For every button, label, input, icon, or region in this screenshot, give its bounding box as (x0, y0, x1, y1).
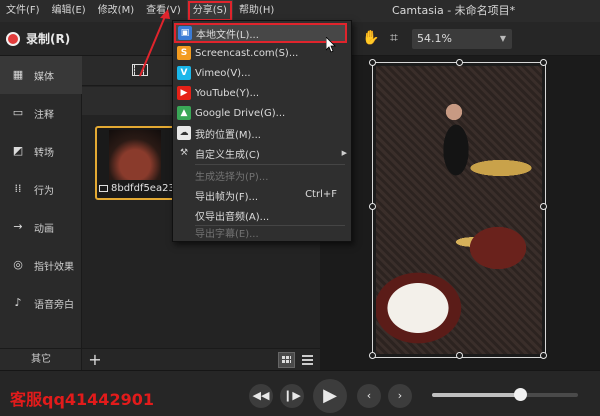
clip-label: 8bdfdf5ea23e0 (99, 183, 175, 194)
sidebar-item-behaviors[interactable]: ⁞⁞ 行为 (0, 170, 82, 208)
sidebar-item-label: 动画 (34, 223, 54, 235)
sidebar-item-label: 指针效果 (34, 261, 74, 273)
mouse-cursor-icon (326, 37, 336, 53)
menu-item-label: 仅导出音频(A)... (195, 211, 270, 223)
share-export-captions: 导出字幕(E)... (173, 222, 351, 242)
sidebar-item-animations[interactable]: → 动画 (0, 208, 82, 246)
cursor-effect-icon: ◎ (13, 258, 23, 271)
menu-item-label: Google Drive(G)... (195, 107, 286, 119)
sidebar-item-label: 媒体 (34, 71, 54, 83)
sidebar-item-label: 注释 (34, 109, 54, 121)
menu-help[interactable]: 帮助(H) (233, 0, 280, 22)
step-forward-icon[interactable]: ❙▶ (280, 384, 304, 408)
volume-slider-thumb[interactable] (513, 388, 527, 401)
sidebar-more-button[interactable]: 其它 (0, 348, 82, 370)
media-bin-footer: + (82, 348, 320, 370)
tools-sidebar: ▦ 媒体 ▭ 注释 ◩ 转场 ⁞⁞ 行为 → 动画 ◎ 指针效果 ♪ 语音旁白 … (0, 56, 82, 370)
share-produce-selection: 生成选择为(P)... (173, 165, 351, 185)
menu-item-label: 生成选择为(P)... (195, 171, 269, 183)
share-menu-dropdown: ▣ 本地文件(L)... S Screencast.com(S)... V Vi… (172, 20, 352, 242)
sidebar-item-media[interactable]: ▦ 媒体 (0, 56, 82, 94)
watermark-text: 客服qq41442901 (10, 390, 154, 409)
record-label: 录制(R) (26, 32, 71, 46)
share-local-file[interactable]: ▣ 本地文件(L)... (174, 23, 347, 43)
resize-handle[interactable] (369, 59, 376, 66)
google-drive-icon: ▲ (177, 106, 191, 120)
menu-item-label: 我的位置(M)... (195, 129, 261, 141)
record-button[interactable]: 录制(R) (6, 30, 70, 47)
menu-view[interactable]: 查看(V) (140, 0, 187, 22)
sidebar-item-label: 转场 (34, 147, 54, 159)
volume-slider[interactable] (432, 388, 578, 401)
add-media-button[interactable]: + (86, 349, 104, 371)
rewind-icon[interactable]: ◀◀ (249, 384, 273, 408)
vimeo-icon: V (177, 66, 191, 80)
sidebar-item-voice-narration[interactable]: ♪ 语音旁白 (0, 284, 82, 322)
menu-item-label: 自定义生成(C) (195, 149, 260, 161)
menu-edit[interactable]: 编辑(E) (46, 0, 92, 22)
microphone-icon: ♪ (14, 296, 22, 309)
share-custom-production[interactable]: ⚒ 自定义生成(C) ▶ (173, 143, 351, 163)
local-file-icon: ▣ (178, 26, 192, 40)
resize-handle[interactable] (369, 203, 376, 210)
animation-icon: → (13, 220, 23, 233)
behavior-icon: ⁞⁞ (14, 182, 22, 195)
share-screencast[interactable]: S Screencast.com(S)... (173, 43, 351, 63)
sidebar-item-cursor-effects[interactable]: ◎ 指针效果 (0, 246, 82, 284)
crop-tool-icon[interactable]: ⌗ (385, 29, 403, 47)
annotation-icon: ▭ (12, 106, 24, 119)
chevron-left-icon[interactable]: ‹ (357, 384, 381, 408)
menu-file[interactable]: 文件(F) (0, 0, 46, 22)
media-clip-thumbnail[interactable]: 8bdfdf5ea23e0 (95, 126, 175, 200)
screencast-icon: S (177, 46, 191, 60)
menu-item-label: 本地文件(L)... (196, 29, 259, 41)
record-icon (6, 31, 20, 46)
clip-name: 8bdfdf5ea23e0 (111, 183, 175, 194)
film-icon[interactable] (132, 64, 148, 76)
window-title: Camtasia - 未命名项目* (392, 4, 516, 17)
transition-icon: ◩ (12, 144, 24, 157)
film-icon (99, 185, 108, 192)
resize-handle[interactable] (540, 59, 547, 66)
menu-item-label: 导出帧为(F)... (195, 191, 259, 203)
resize-handle[interactable] (369, 352, 376, 359)
menu-item-shortcut: Ctrl+F (305, 189, 337, 200)
list-view-icon[interactable] (299, 352, 316, 368)
menu-item-label: Vimeo(V)... (195, 67, 251, 79)
sidebar-item-annotations[interactable]: ▭ 注释 (0, 94, 82, 132)
resize-handle[interactable] (456, 59, 463, 66)
tools-icon: ⚒ (179, 148, 189, 158)
video-preview[interactable] (376, 66, 542, 354)
chevron-down-icon: ▼ (499, 34, 506, 43)
zoom-value: 54.1% (417, 32, 452, 45)
share-youtube[interactable]: ▶ YouTube(Y)... (173, 83, 351, 103)
share-my-place[interactable]: ☁ 我的位置(M)... (173, 123, 351, 143)
hand-tool-icon[interactable]: ✋ (362, 29, 380, 47)
youtube-icon: ▶ (177, 86, 191, 100)
sidebar-item-label: 语音旁白 (34, 299, 74, 311)
volume-slider-fill (432, 393, 520, 397)
menu-share[interactable]: 分享(S) (186, 0, 233, 22)
menu-item-label: YouTube(Y)... (195, 87, 260, 99)
chevron-right-icon[interactable]: › (388, 384, 412, 408)
menu-modify[interactable]: 修改(M) (92, 0, 140, 22)
submenu-arrow-icon: ▶ (341, 149, 347, 157)
share-vimeo[interactable]: V Vimeo(V)... (173, 63, 351, 83)
clip-preview-image (109, 130, 161, 180)
play-icon[interactable]: ▶ (313, 379, 347, 413)
canvas-area (320, 56, 600, 370)
zoom-select[interactable]: 54.1% ▼ (412, 29, 512, 49)
film-icon: ▦ (12, 68, 24, 81)
sidebar-item-transitions[interactable]: ◩ 转场 (0, 132, 82, 170)
share-google-drive[interactable]: ▲ Google Drive(G)... (173, 103, 351, 123)
share-export-frame[interactable]: 导出帧为(F)... Ctrl+F (173, 185, 351, 205)
cloud-icon: ☁ (177, 126, 191, 140)
menu-item-label: Screencast.com(S)... (195, 47, 299, 59)
grid-view-icon[interactable] (278, 352, 295, 368)
menu-item-label: 导出字幕(E)... (195, 228, 259, 240)
sidebar-item-label: 行为 (34, 185, 54, 197)
